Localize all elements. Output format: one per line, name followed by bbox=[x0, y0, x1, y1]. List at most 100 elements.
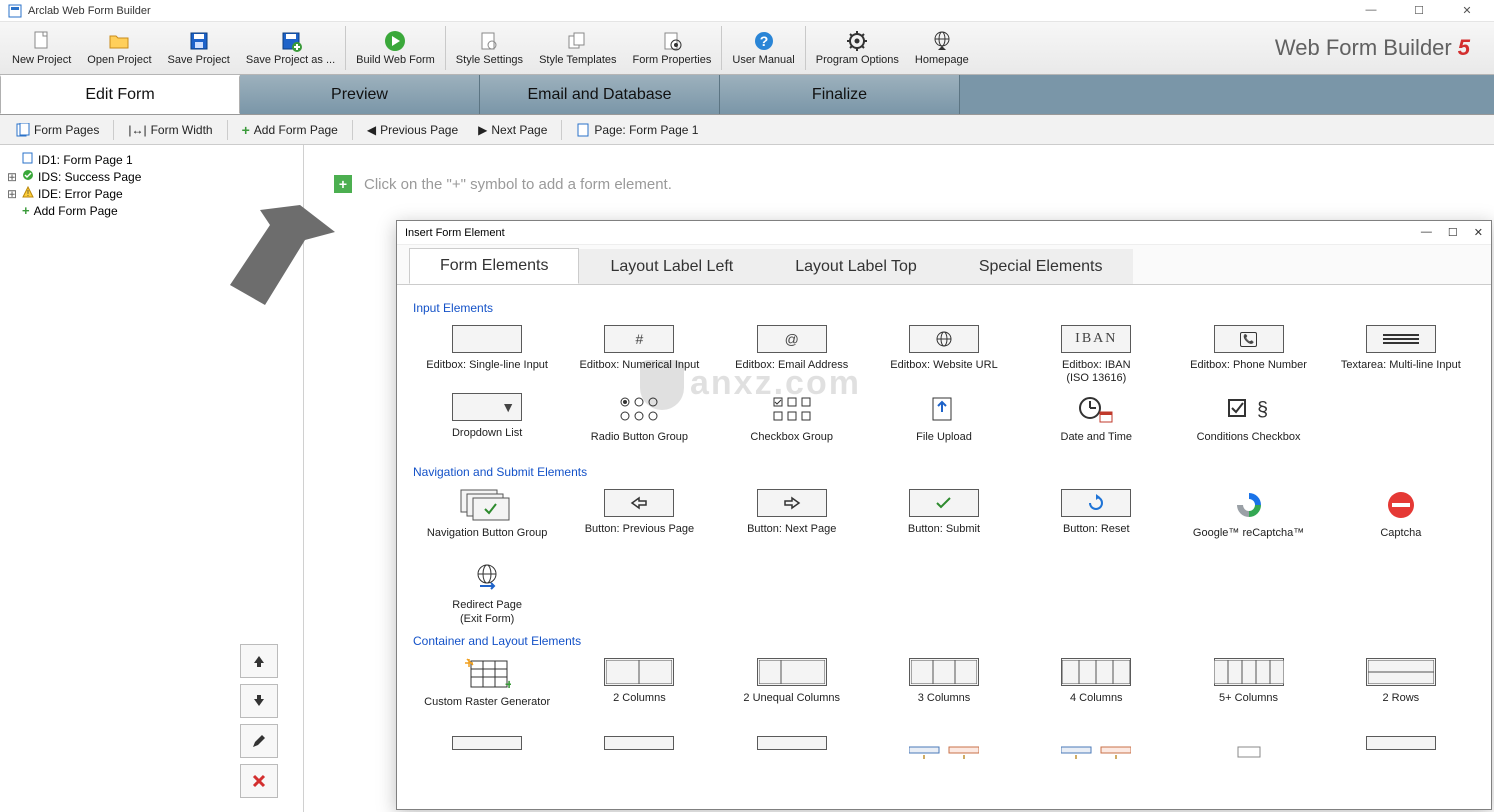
element-partial[interactable] bbox=[870, 734, 1018, 776]
element-editbox-numerical-input[interactable]: #Editbox: Numerical Input bbox=[565, 323, 713, 387]
dialog-tab-layout-label-top[interactable]: Layout Label Top bbox=[764, 249, 948, 284]
add-element-plus-icon[interactable]: + bbox=[334, 175, 352, 193]
main-tab-edit-form[interactable]: Edit Form bbox=[0, 75, 240, 114]
titlebar: Arclab Web Form Builder — ☐ ✕ bbox=[0, 0, 1494, 22]
dialog-tab-form-elements[interactable]: Form Elements bbox=[409, 248, 579, 284]
element-2-rows[interactable]: 2 Rows bbox=[1327, 656, 1475, 724]
window-minimize-button[interactable]: — bbox=[1356, 4, 1386, 17]
svg-text:§: § bbox=[1257, 399, 1268, 421]
element-editbox-single-line-input[interactable]: Editbox: Single-line Input bbox=[413, 323, 561, 387]
element-partial[interactable] bbox=[1022, 734, 1170, 776]
element-button-next-page[interactable]: Button: Next Page bbox=[718, 487, 866, 555]
window-close-button[interactable]: ✕ bbox=[1452, 4, 1482, 17]
tree-item-label: ID1: Form Page 1 bbox=[38, 153, 133, 167]
element-button-reset[interactable]: Button: Reset bbox=[1022, 487, 1170, 555]
dialog-title-text: Insert Form Element bbox=[405, 227, 505, 239]
element-button-submit[interactable]: Button: Submit bbox=[870, 487, 1018, 555]
element-partial[interactable] bbox=[565, 734, 713, 776]
dialog-minimize-button[interactable]: — bbox=[1421, 226, 1432, 239]
ribbon-label: Open Project bbox=[87, 54, 151, 66]
element-textarea-multi-line-input[interactable]: Textarea: Multi-line Input bbox=[1327, 323, 1475, 387]
element-partial[interactable] bbox=[1174, 734, 1322, 776]
ribbon-label: Build Web Form bbox=[356, 54, 435, 66]
element-redirect-page-exit-form-[interactable]: Redirect Page (Exit Form) bbox=[413, 559, 561, 627]
form-width-button[interactable]: |↔| Form Width bbox=[120, 121, 220, 139]
element-navigation-button-group[interactable]: Navigation Button Group bbox=[413, 487, 561, 555]
current-page-indicator[interactable]: Page: Form Page 1 bbox=[568, 121, 706, 139]
tree-item-label: Add Form Page bbox=[34, 204, 118, 218]
element-3-columns[interactable]: 3 Columns bbox=[870, 656, 1018, 724]
element-5-columns[interactable]: 5+ Columns bbox=[1174, 656, 1322, 724]
window-maximize-button[interactable]: ☐ bbox=[1404, 4, 1434, 17]
element-file-upload[interactable]: File Upload bbox=[870, 391, 1018, 459]
main-tab-preview[interactable]: Preview bbox=[240, 75, 480, 114]
ribbon-gear-button[interactable]: Program Options bbox=[808, 22, 907, 74]
move-up-button[interactable] bbox=[240, 644, 278, 678]
ribbon-label: User Manual bbox=[732, 54, 794, 66]
add-form-page-button[interactable]: + Add Form Page bbox=[234, 120, 346, 140]
dialog-close-button[interactable]: ✕ bbox=[1474, 226, 1483, 239]
ribbon-label: Form Properties bbox=[633, 54, 712, 66]
folder-open-icon bbox=[108, 30, 130, 52]
side-actions bbox=[240, 644, 278, 798]
ribbon-templates-button[interactable]: Style Templates bbox=[531, 22, 624, 74]
ribbon-globe-home-button[interactable]: Homepage bbox=[907, 22, 977, 74]
ribbon-play-button[interactable]: Build Web Form bbox=[348, 22, 443, 74]
main-tab-email-and-database[interactable]: Email and Database bbox=[480, 75, 720, 114]
element-button-previous-page[interactable]: Button: Previous Page bbox=[565, 487, 713, 555]
element-partial[interactable] bbox=[1327, 734, 1475, 776]
element-partial[interactable] bbox=[718, 734, 866, 776]
ribbon-help-button[interactable]: ?User Manual bbox=[724, 22, 802, 74]
move-down-button[interactable] bbox=[240, 684, 278, 718]
element-custom-raster-generator[interactable]: + Custom Raster Generator bbox=[413, 656, 561, 724]
brand-label: Web Form Builder 5 bbox=[1275, 22, 1490, 74]
element-2-unequal-columns[interactable]: 2 Unequal Columns bbox=[718, 656, 866, 724]
ribbon-toolbar: New Project Open Project Save Project Save … bbox=[0, 22, 1494, 75]
ribbon-gear-doc-button[interactable]: Form Properties bbox=[625, 22, 720, 74]
ribbon-style-button[interactable]: Style Settings bbox=[448, 22, 531, 74]
tree-item[interactable]: ID1: Form Page 1 bbox=[4, 151, 299, 168]
edit-button[interactable] bbox=[240, 724, 278, 758]
ribbon-save-button[interactable]: Save Project bbox=[160, 22, 238, 74]
dialog-tab-special-elements[interactable]: Special Elements bbox=[948, 249, 1134, 284]
element-date-and-time[interactable]: Date and Time bbox=[1022, 391, 1170, 459]
element-label: Date and Time bbox=[1061, 431, 1133, 457]
element-4-columns[interactable]: 4 Columns bbox=[1022, 656, 1170, 724]
previous-page-label: Previous Page bbox=[380, 123, 458, 137]
add-element-hint: + Click on the "+" symbol to add a form … bbox=[334, 175, 1464, 193]
plus-icon: + bbox=[22, 203, 30, 218]
element-conditions-checkbox[interactable]: § Conditions Checkbox bbox=[1174, 391, 1322, 459]
element-google-recaptcha-[interactable]: Google™ reCaptcha™ bbox=[1174, 487, 1322, 555]
element-label: Custom Raster Generator bbox=[424, 696, 550, 722]
tree-item[interactable]: ⊞IDS: Success Page bbox=[4, 168, 299, 185]
ribbon-folder-open-button[interactable]: Open Project bbox=[79, 22, 159, 74]
ribbon-file-new-button[interactable]: New Project bbox=[4, 22, 79, 74]
element-label: Editbox: Email Address bbox=[735, 359, 848, 385]
element-partial[interactable] bbox=[413, 734, 561, 776]
element-editbox-iban-iso-13616-[interactable]: IBANEditbox: IBAN (ISO 13616) bbox=[1022, 323, 1170, 387]
element-label: 2 Unequal Columns bbox=[743, 692, 840, 718]
element-editbox-website-url[interactable]: Editbox: Website URL bbox=[870, 323, 1018, 387]
element-editbox-email-address[interactable]: @Editbox: Email Address bbox=[718, 323, 866, 387]
element-label: Radio Button Group bbox=[591, 431, 688, 457]
element-label: Redirect Page (Exit Form) bbox=[452, 599, 522, 625]
element-checkbox-group[interactable]: Checkbox Group bbox=[718, 391, 866, 459]
form-pages-button[interactable]: Form Pages bbox=[8, 121, 107, 139]
element-2-columns[interactable]: 2 Columns bbox=[565, 656, 713, 724]
dialog-tab-layout-label-left[interactable]: Layout Label Left bbox=[579, 249, 764, 284]
previous-page-button[interactable]: ◀ Previous Page bbox=[359, 121, 466, 139]
element-captcha[interactable]: Captcha bbox=[1327, 487, 1475, 555]
dialog-maximize-button[interactable]: ☐ bbox=[1448, 226, 1458, 239]
element-editbox-phone-number[interactable]: 📞Editbox: Phone Number bbox=[1174, 323, 1322, 387]
element-label: Conditions Checkbox bbox=[1197, 431, 1301, 457]
element-dropdown-list[interactable]: ▼Dropdown List bbox=[413, 391, 561, 459]
main-tab-finalize[interactable]: Finalize bbox=[720, 75, 960, 114]
ribbon-save-plus-button[interactable]: Save Project as ... bbox=[238, 22, 343, 74]
brand-version: 5 bbox=[1458, 35, 1470, 61]
next-page-button[interactable]: ▶ Next Page bbox=[470, 121, 555, 139]
ribbon-label: Save Project bbox=[168, 54, 230, 66]
section-header: Input Elements bbox=[413, 301, 1475, 315]
delete-button[interactable] bbox=[240, 764, 278, 798]
svg-text:+: + bbox=[505, 676, 511, 691]
element-radio-button-group[interactable]: Radio Button Group bbox=[565, 391, 713, 459]
